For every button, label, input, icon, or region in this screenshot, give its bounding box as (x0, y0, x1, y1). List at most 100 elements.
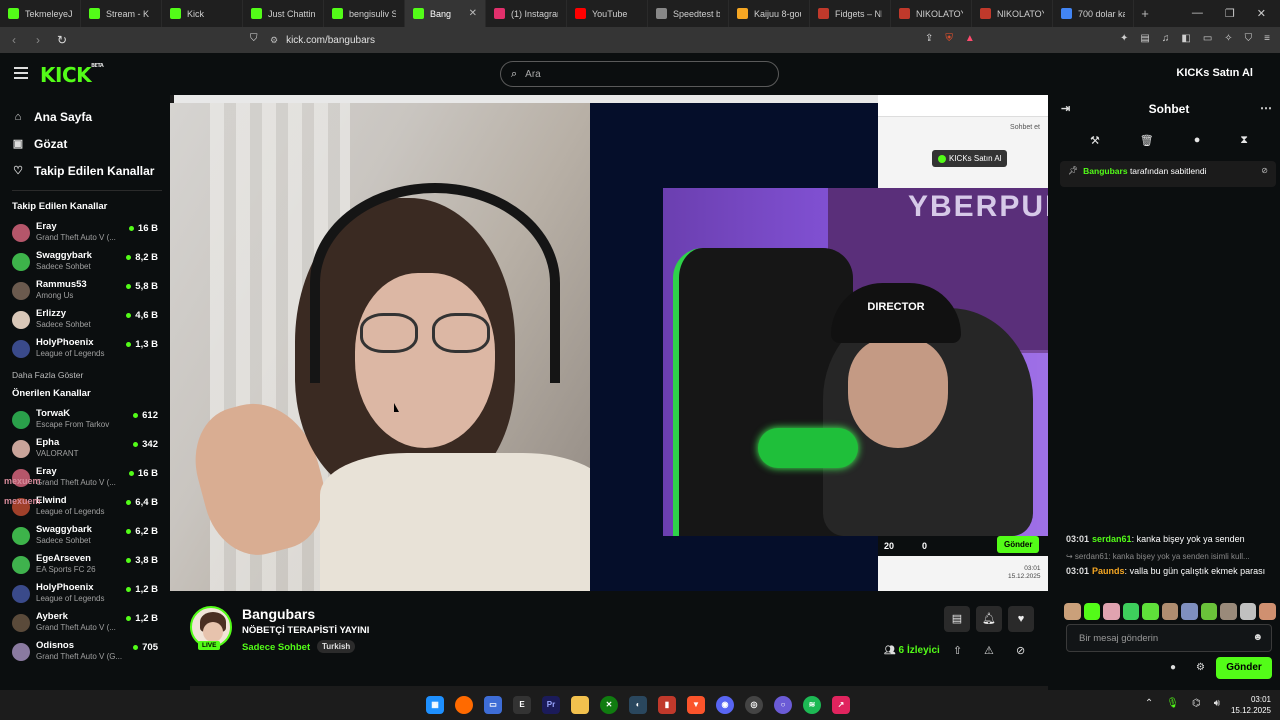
show-more-button[interactable]: Daha Fazla Göster (0, 364, 170, 386)
browser-tab[interactable]: Kaijuu 8-gou (729, 0, 810, 27)
send-button[interactable]: Gönder (1216, 657, 1272, 679)
minimize-icon[interactable]: — (1192, 7, 1203, 20)
report-icon[interactable]: ⚠ (984, 644, 994, 657)
emote-icon[interactable] (1083, 602, 1101, 620)
streamer-name[interactable]: Bangubars (242, 606, 315, 622)
channel-item[interactable]: Epha VALORANT 342 (0, 435, 170, 464)
browser-tab[interactable]: NIKOLATOY® (891, 0, 972, 27)
channel-item[interactable]: Swaggybark Sadece Sohbet 6,2 B (0, 522, 170, 551)
file-explorer-icon[interactable] (571, 696, 589, 714)
app-icon-purple[interactable]: ○ (774, 696, 792, 714)
notification-button[interactable]: 🔔︎ (976, 606, 1002, 632)
emote-icon[interactable] (1142, 602, 1159, 620)
close-window-icon[interactable]: ✕ (1257, 7, 1266, 20)
menu-icon[interactable]: ≡ (1264, 33, 1270, 44)
app-icon-gray[interactable]: ◎ (745, 696, 763, 714)
emote-icon[interactable] (1103, 602, 1120, 620)
windows-start-icon[interactable]: ▦ (426, 696, 444, 714)
mic-icon[interactable]: 🎙︎ (1166, 698, 1179, 709)
browser-tab[interactable]: YouTube (567, 0, 648, 27)
forward-icon[interactable]: › (28, 33, 48, 47)
brave-shield-icon[interactable]: ⛨ (945, 33, 953, 44)
browser-tab[interactable]: Bang ✕ (405, 0, 486, 27)
channel-item[interactable]: Eray Grand Theft Auto V (... 16 B (0, 219, 170, 248)
site-info-icon[interactable]: ⚙ (270, 35, 278, 46)
nav-item[interactable]: ⌂ Ana Sayfa (12, 103, 170, 130)
app-icon[interactable]: ▭ (484, 696, 502, 714)
firefox-icon[interactable] (455, 696, 473, 714)
chat-input[interactable]: Bir mesaj gönderin ☻ (1066, 624, 1272, 652)
channel-item[interactable]: Odisnos Grand Theft Auto V (G... 705 (0, 638, 170, 667)
chat-settings-icon[interactable]: ⚙ (1196, 662, 1205, 673)
language-tag[interactable]: Turkish (317, 640, 356, 653)
discord-icon[interactable]: ◉ (716, 696, 734, 714)
volume-icon[interactable]: 🔊︎ (1214, 698, 1220, 709)
browser-tab[interactable]: 700 dolar kaç (1053, 0, 1134, 27)
browser-tab[interactable]: Kick (162, 0, 243, 27)
sidebar-toggle-icon[interactable]: ▤ (1140, 33, 1149, 44)
hammer-icon[interactable]: ⚒ (1090, 134, 1100, 147)
channel-item[interactable]: Ayberk Grand Theft Auto V (... 1,2 B (0, 609, 170, 638)
browser-tab[interactable]: (1) Instagram (486, 0, 567, 27)
follow-button[interactable]: ♥ (1008, 606, 1034, 632)
chat-options-icon[interactable]: ⋯ (1260, 101, 1272, 115)
hide-pinned-icon[interactable]: ⊘ (1261, 166, 1268, 182)
nav-item[interactable]: ♡ Takip Edilen Kanallar (12, 157, 170, 184)
emote-icon[interactable] (1239, 602, 1257, 620)
kick-logo[interactable]: KICKBETA (40, 63, 104, 87)
bookmark-icon[interactable]: ⛉ (250, 33, 258, 44)
share-icon[interactable]: ⇪ (925, 33, 933, 44)
premiere-icon[interactable]: Pr (542, 696, 560, 714)
emote-icon[interactable] (1064, 602, 1081, 620)
brave-rewards-icon[interactable]: ▲ (965, 33, 975, 44)
emote-icon[interactable] (1122, 602, 1140, 620)
emote-icon[interactable] (1181, 602, 1198, 620)
spotify-icon[interactable]: ≋ (803, 696, 821, 714)
collapse-chat-icon[interactable]: ⇥ (1061, 102, 1070, 115)
url-field[interactable]: ⚙ kick.com/bangubars (270, 31, 990, 49)
channel-item[interactable]: Swaggybark Sadece Sohbet 8,2 B (0, 248, 170, 277)
vpn-icon[interactable]: ⛉ (1245, 33, 1253, 44)
chat-bubble-icon[interactable]: ● (1194, 134, 1201, 146)
emote-icon[interactable] (1220, 602, 1237, 620)
video-player[interactable]: Sohbet et KICKs Satın Al YBERPUNK DIRECT… (170, 95, 1048, 591)
channel-item[interactable]: Rammus53 Among Us 5,8 B (0, 277, 170, 306)
emote-icon[interactable] (1200, 602, 1218, 620)
channel-item[interactable]: EgeArseven EA Sports FC 26 3,8 B (0, 551, 170, 580)
channel-item[interactable]: Erlizzy Sadece Sohbet 4,6 B (0, 306, 170, 335)
panel-icon[interactable]: ◧ (1181, 33, 1190, 44)
clip-button[interactable]: ▤ (944, 606, 970, 632)
xbox-icon[interactable]: ✕ (600, 696, 618, 714)
reload-icon[interactable]: ↻ (52, 33, 72, 47)
trash-icon[interactable]: 🗑︎ (1140, 134, 1154, 147)
browser-tab[interactable]: TekmeleyeJa (0, 0, 81, 27)
hide-icon[interactable]: ⊘ (1016, 644, 1025, 657)
share-icon[interactable]: ⇧ (953, 644, 962, 657)
search-input[interactable]: ⌕ Ara (500, 61, 779, 87)
network-icon[interactable]: ⌬ (1192, 698, 1201, 709)
browser-tab[interactable]: Fidgets – NIK (810, 0, 891, 27)
epic-games-icon[interactable]: E (513, 696, 531, 714)
browser-tab[interactable]: Speedtest by (648, 0, 729, 27)
emote-icon[interactable] (1161, 602, 1179, 620)
hourglass-icon[interactable]: ⧗ (1240, 134, 1248, 147)
music-icon[interactable]: ♫ (1162, 33, 1170, 44)
leo-icon[interactable]: ✧ (1224, 33, 1232, 44)
nav-item[interactable]: ▣ Gözat (12, 130, 170, 157)
maximize-icon[interactable]: ❐ (1225, 7, 1235, 20)
close-tab-icon[interactable]: ✕ (469, 8, 477, 19)
new-tab-button[interactable]: + (1134, 6, 1156, 21)
steam-icon[interactable]: ◐ (629, 696, 647, 714)
taskbar-clock[interactable]: 03:01 15.12.2025 (1231, 694, 1271, 716)
browser-tab[interactable]: Stream - K (81, 0, 162, 27)
channel-item[interactable]: TorwaK Escape From Tarkov 612 (0, 406, 170, 435)
brave-icon[interactable]: ▼ (687, 696, 705, 714)
tray-chevron-icon[interactable]: ⌃ (1145, 698, 1153, 709)
emoji-icon[interactable]: ☻ (1252, 632, 1263, 643)
back-icon[interactable]: ‹ (4, 33, 24, 47)
buy-kicks-button[interactable]: KICKs Satın Al (1176, 67, 1253, 79)
extensions-icon[interactable]: ✦ (1120, 33, 1128, 44)
pinned-message[interactable]: 📌︎ Bangubars tarafından sabitlendi ⊘ (1060, 161, 1276, 187)
app-icon-red[interactable]: ▮ (658, 696, 676, 714)
wallet-icon[interactable]: ▭ (1203, 33, 1212, 44)
